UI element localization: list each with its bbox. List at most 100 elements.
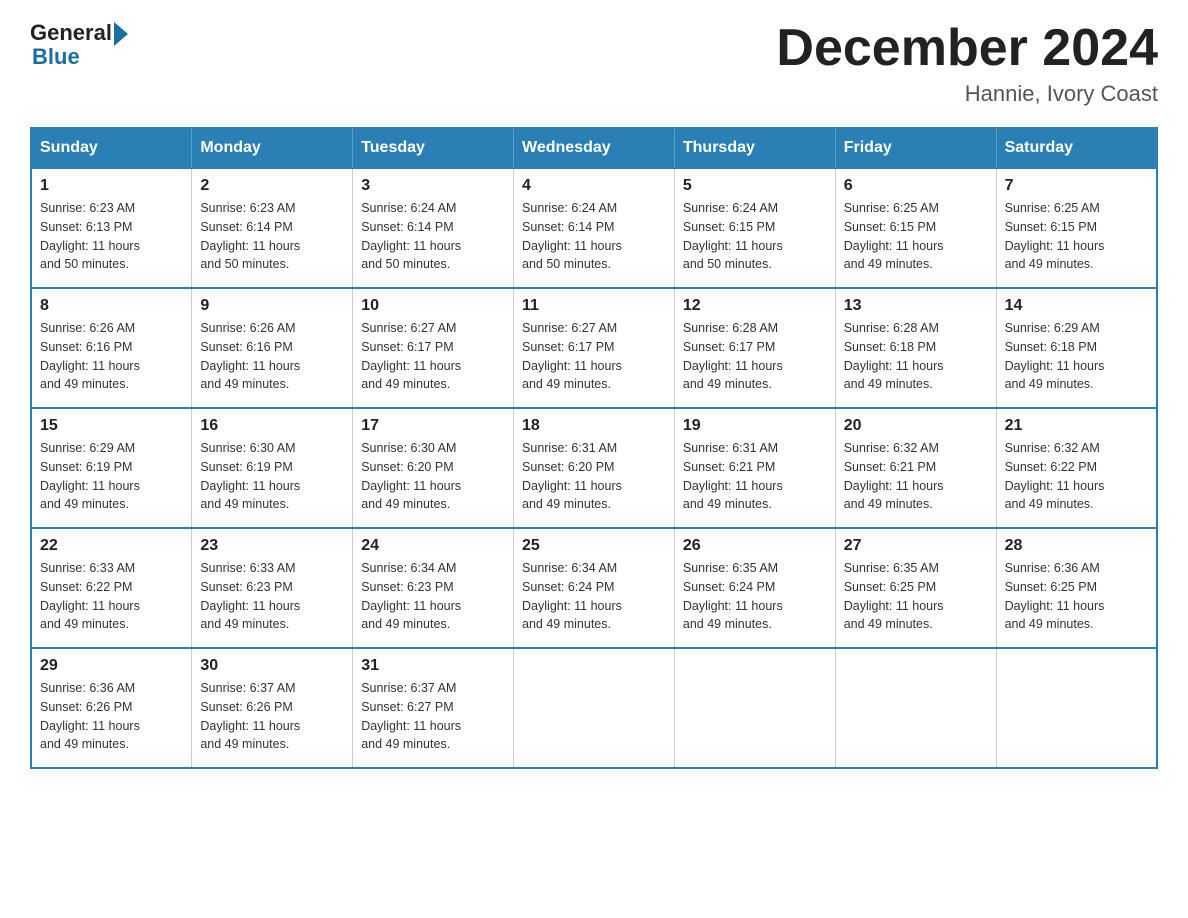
day-number: 14 [1005, 297, 1148, 315]
day-info: Sunrise: 6:31 AM Sunset: 6:21 PM Dayligh… [683, 439, 827, 514]
day-number: 21 [1005, 417, 1148, 435]
day-number: 7 [1005, 177, 1148, 195]
day-number: 11 [522, 297, 666, 315]
day-number: 19 [683, 417, 827, 435]
calendar-cell: 29 Sunrise: 6:36 AM Sunset: 6:26 PM Dayl… [31, 648, 192, 768]
day-number: 5 [683, 177, 827, 195]
calendar-cell: 13 Sunrise: 6:28 AM Sunset: 6:18 PM Dayl… [835, 288, 996, 408]
header-thursday: Thursday [674, 128, 835, 168]
calendar-cell: 25 Sunrise: 6:34 AM Sunset: 6:24 PM Dayl… [514, 528, 675, 648]
calendar-cell [835, 648, 996, 768]
day-number: 15 [40, 417, 183, 435]
calendar-cell: 31 Sunrise: 6:37 AM Sunset: 6:27 PM Dayl… [353, 648, 514, 768]
calendar-week-1: 1 Sunrise: 6:23 AM Sunset: 6:13 PM Dayli… [31, 168, 1157, 288]
day-number: 6 [844, 177, 988, 195]
calendar-cell: 30 Sunrise: 6:37 AM Sunset: 6:26 PM Dayl… [192, 648, 353, 768]
day-info: Sunrise: 6:31 AM Sunset: 6:20 PM Dayligh… [522, 439, 666, 514]
calendar-cell: 14 Sunrise: 6:29 AM Sunset: 6:18 PM Dayl… [996, 288, 1157, 408]
day-info: Sunrise: 6:28 AM Sunset: 6:18 PM Dayligh… [844, 319, 988, 394]
day-number: 10 [361, 297, 505, 315]
logo: General Blue [30, 20, 128, 70]
day-number: 13 [844, 297, 988, 315]
calendar-cell: 22 Sunrise: 6:33 AM Sunset: 6:22 PM Dayl… [31, 528, 192, 648]
day-info: Sunrise: 6:34 AM Sunset: 6:24 PM Dayligh… [522, 559, 666, 634]
header-friday: Friday [835, 128, 996, 168]
page-header: General Blue December 2024 Hannie, Ivory… [30, 20, 1158, 107]
calendar-week-5: 29 Sunrise: 6:36 AM Sunset: 6:26 PM Dayl… [31, 648, 1157, 768]
header-sunday: Sunday [31, 128, 192, 168]
calendar-cell: 21 Sunrise: 6:32 AM Sunset: 6:22 PM Dayl… [996, 408, 1157, 528]
logo-blue-text: Blue [32, 44, 80, 70]
calendar-week-2: 8 Sunrise: 6:26 AM Sunset: 6:16 PM Dayli… [31, 288, 1157, 408]
calendar-week-4: 22 Sunrise: 6:33 AM Sunset: 6:22 PM Dayl… [31, 528, 1157, 648]
day-info: Sunrise: 6:25 AM Sunset: 6:15 PM Dayligh… [844, 199, 988, 274]
day-number: 17 [361, 417, 505, 435]
calendar-cell [996, 648, 1157, 768]
day-number: 16 [200, 417, 344, 435]
day-info: Sunrise: 6:29 AM Sunset: 6:18 PM Dayligh… [1005, 319, 1148, 394]
header-wednesday: Wednesday [514, 128, 675, 168]
title-section: December 2024 Hannie, Ivory Coast [776, 20, 1158, 107]
calendar-cell: 23 Sunrise: 6:33 AM Sunset: 6:23 PM Dayl… [192, 528, 353, 648]
logo-general-text: General [30, 20, 112, 46]
calendar-cell: 11 Sunrise: 6:27 AM Sunset: 6:17 PM Dayl… [514, 288, 675, 408]
calendar-cell: 5 Sunrise: 6:24 AM Sunset: 6:15 PM Dayli… [674, 168, 835, 288]
calendar-cell: 17 Sunrise: 6:30 AM Sunset: 6:20 PM Dayl… [353, 408, 514, 528]
day-number: 9 [200, 297, 344, 315]
calendar-cell: 4 Sunrise: 6:24 AM Sunset: 6:14 PM Dayli… [514, 168, 675, 288]
calendar-cell: 6 Sunrise: 6:25 AM Sunset: 6:15 PM Dayli… [835, 168, 996, 288]
day-number: 12 [683, 297, 827, 315]
day-info: Sunrise: 6:29 AM Sunset: 6:19 PM Dayligh… [40, 439, 183, 514]
day-number: 18 [522, 417, 666, 435]
day-info: Sunrise: 6:33 AM Sunset: 6:22 PM Dayligh… [40, 559, 183, 634]
day-info: Sunrise: 6:33 AM Sunset: 6:23 PM Dayligh… [200, 559, 344, 634]
month-title: December 2024 [776, 20, 1158, 77]
day-number: 25 [522, 537, 666, 555]
day-number: 20 [844, 417, 988, 435]
day-info: Sunrise: 6:26 AM Sunset: 6:16 PM Dayligh… [200, 319, 344, 394]
day-info: Sunrise: 6:24 AM Sunset: 6:15 PM Dayligh… [683, 199, 827, 274]
day-info: Sunrise: 6:24 AM Sunset: 6:14 PM Dayligh… [522, 199, 666, 274]
day-number: 31 [361, 657, 505, 675]
calendar-cell: 8 Sunrise: 6:26 AM Sunset: 6:16 PM Dayli… [31, 288, 192, 408]
calendar-cell: 2 Sunrise: 6:23 AM Sunset: 6:14 PM Dayli… [192, 168, 353, 288]
day-info: Sunrise: 6:32 AM Sunset: 6:22 PM Dayligh… [1005, 439, 1148, 514]
calendar-cell [514, 648, 675, 768]
day-number: 2 [200, 177, 344, 195]
day-info: Sunrise: 6:37 AM Sunset: 6:26 PM Dayligh… [200, 679, 344, 754]
day-info: Sunrise: 6:27 AM Sunset: 6:17 PM Dayligh… [522, 319, 666, 394]
day-info: Sunrise: 6:26 AM Sunset: 6:16 PM Dayligh… [40, 319, 183, 394]
header-saturday: Saturday [996, 128, 1157, 168]
calendar-header-row: SundayMondayTuesdayWednesdayThursdayFrid… [31, 128, 1157, 168]
calendar-cell: 16 Sunrise: 6:30 AM Sunset: 6:19 PM Dayl… [192, 408, 353, 528]
calendar-cell: 20 Sunrise: 6:32 AM Sunset: 6:21 PM Dayl… [835, 408, 996, 528]
day-info: Sunrise: 6:27 AM Sunset: 6:17 PM Dayligh… [361, 319, 505, 394]
day-number: 23 [200, 537, 344, 555]
day-info: Sunrise: 6:30 AM Sunset: 6:19 PM Dayligh… [200, 439, 344, 514]
day-number: 24 [361, 537, 505, 555]
day-number: 22 [40, 537, 183, 555]
calendar-cell: 26 Sunrise: 6:35 AM Sunset: 6:24 PM Dayl… [674, 528, 835, 648]
header-monday: Monday [192, 128, 353, 168]
day-number: 28 [1005, 537, 1148, 555]
day-info: Sunrise: 6:36 AM Sunset: 6:26 PM Dayligh… [40, 679, 183, 754]
day-info: Sunrise: 6:25 AM Sunset: 6:15 PM Dayligh… [1005, 199, 1148, 274]
day-info: Sunrise: 6:23 AM Sunset: 6:13 PM Dayligh… [40, 199, 183, 274]
calendar-cell: 15 Sunrise: 6:29 AM Sunset: 6:19 PM Dayl… [31, 408, 192, 528]
day-info: Sunrise: 6:24 AM Sunset: 6:14 PM Dayligh… [361, 199, 505, 274]
calendar-cell: 27 Sunrise: 6:35 AM Sunset: 6:25 PM Dayl… [835, 528, 996, 648]
calendar-cell: 19 Sunrise: 6:31 AM Sunset: 6:21 PM Dayl… [674, 408, 835, 528]
day-number: 30 [200, 657, 344, 675]
calendar-cell [674, 648, 835, 768]
day-number: 3 [361, 177, 505, 195]
day-info: Sunrise: 6:35 AM Sunset: 6:24 PM Dayligh… [683, 559, 827, 634]
calendar-cell: 28 Sunrise: 6:36 AM Sunset: 6:25 PM Dayl… [996, 528, 1157, 648]
day-info: Sunrise: 6:28 AM Sunset: 6:17 PM Dayligh… [683, 319, 827, 394]
day-info: Sunrise: 6:32 AM Sunset: 6:21 PM Dayligh… [844, 439, 988, 514]
calendar-cell: 1 Sunrise: 6:23 AM Sunset: 6:13 PM Dayli… [31, 168, 192, 288]
calendar-cell: 10 Sunrise: 6:27 AM Sunset: 6:17 PM Dayl… [353, 288, 514, 408]
calendar-cell: 3 Sunrise: 6:24 AM Sunset: 6:14 PM Dayli… [353, 168, 514, 288]
day-number: 26 [683, 537, 827, 555]
calendar-cell: 18 Sunrise: 6:31 AM Sunset: 6:20 PM Dayl… [514, 408, 675, 528]
location-subtitle: Hannie, Ivory Coast [776, 81, 1158, 107]
